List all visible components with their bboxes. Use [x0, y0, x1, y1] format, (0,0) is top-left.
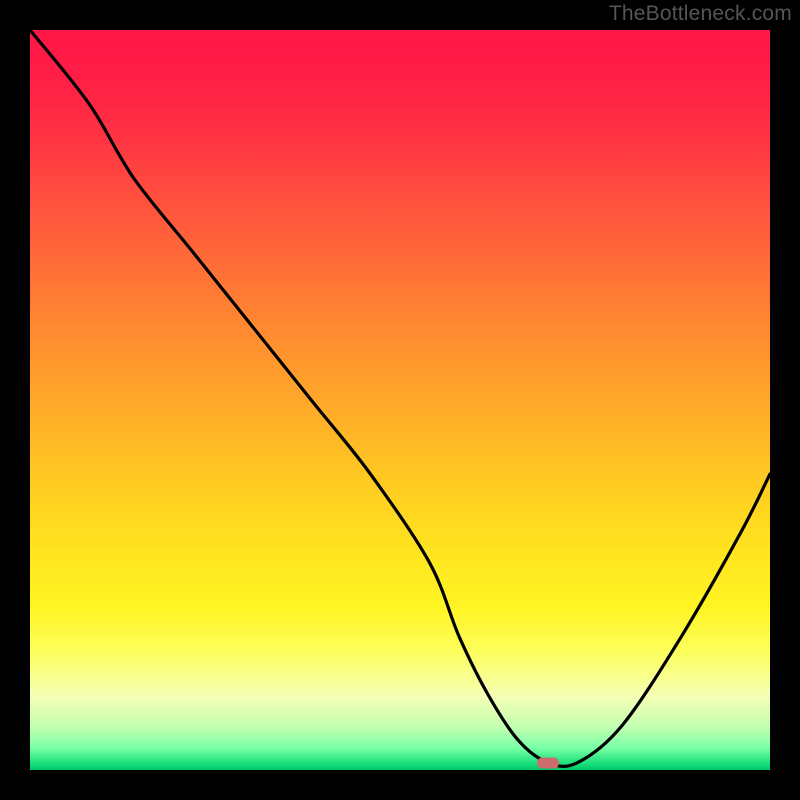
chart-frame: TheBottleneck.com	[0, 0, 800, 800]
watermark-text: TheBottleneck.com	[609, 2, 792, 26]
curve-path	[30, 30, 770, 766]
bottleneck-curve	[30, 30, 770, 770]
plot-area	[30, 30, 770, 770]
optimal-point-marker	[537, 757, 559, 768]
